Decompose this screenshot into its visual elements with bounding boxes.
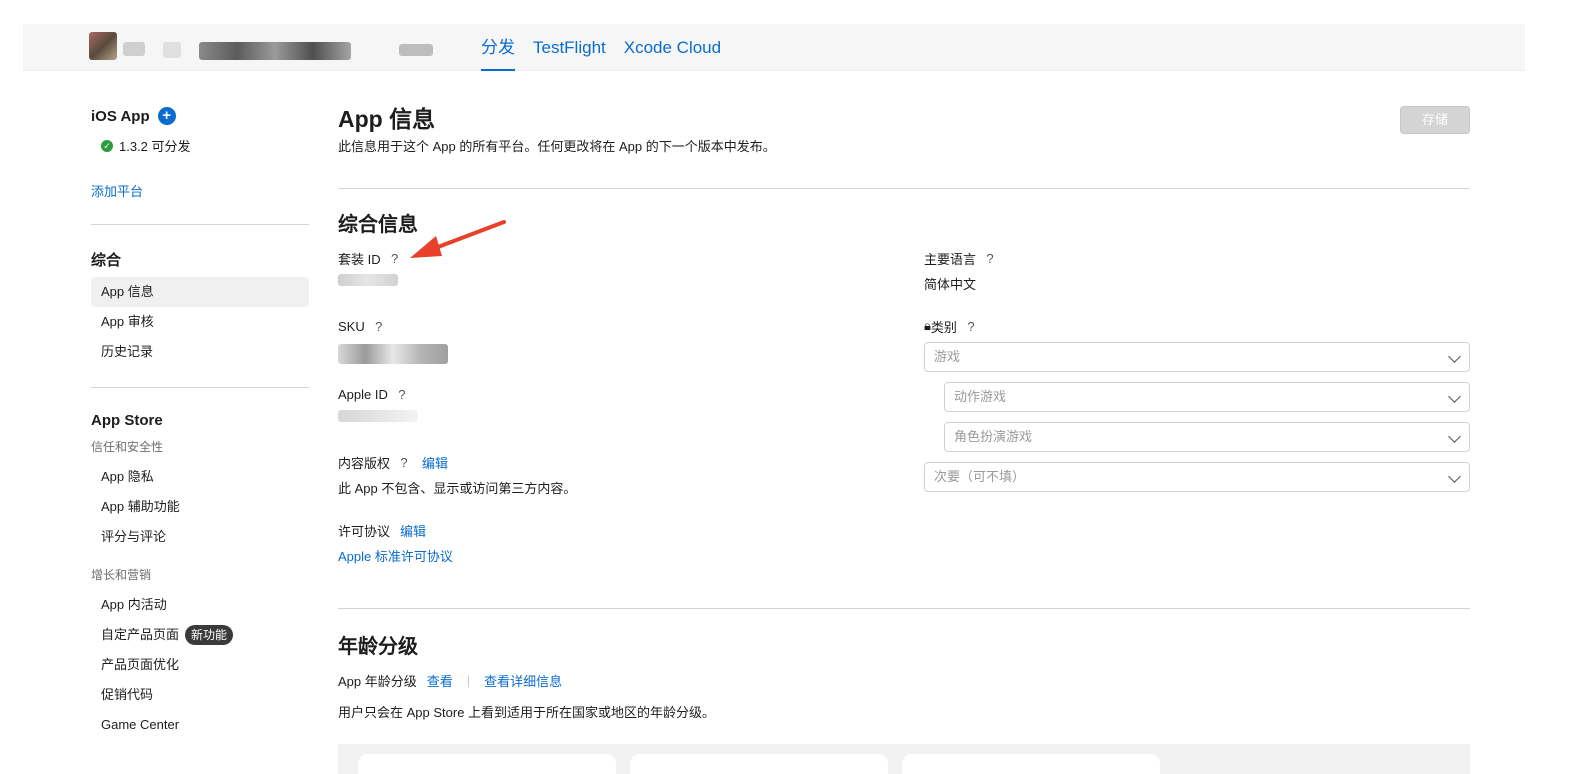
sku-label: SKU ?	[338, 316, 448, 336]
bundle-id-value	[338, 274, 403, 289]
category-label: 🔒︎ 类别 ?	[924, 316, 1470, 336]
annotation-arrow-icon	[410, 220, 506, 258]
field-label-text: App 年龄分级	[338, 673, 417, 689]
sidebar: iOS App + ✓ 1.3.2 可分发 添加平台 综合 App 信息 App…	[91, 104, 309, 740]
divider	[91, 387, 309, 388]
platform-header: iOS App +	[91, 104, 309, 128]
apple-id-label: Apple ID ?	[338, 384, 418, 404]
primary-category-select[interactable]: 游戏	[924, 342, 1470, 372]
sidebar-item-game-center[interactable]: Game Center	[91, 710, 309, 740]
edit-content-rights-link[interactable]: 编辑	[422, 453, 448, 472]
growth-subsection-title: 增长和营销	[91, 568, 152, 582]
app-store-section-title: App Store	[91, 412, 163, 429]
help-icon[interactable]: ?	[371, 319, 387, 334]
select-value: 动作游戏	[954, 389, 1007, 404]
age-rating-description: 用户只会在 App Store 上看到适用于所在国家或地区的年龄分级。	[338, 705, 716, 720]
view-age-rating-link[interactable]: 查看	[427, 671, 453, 690]
license-label: 许可协议 编辑	[338, 520, 453, 540]
field-label-text: SKU	[338, 318, 365, 334]
subcategory-one-select[interactable]: 动作游戏	[944, 382, 1470, 412]
trust-subsection-title: 信任和安全性	[91, 440, 164, 454]
apple-id-value	[338, 410, 418, 425]
select-value: 角色扮演游戏	[954, 429, 1033, 444]
app-name-redacted	[199, 42, 351, 60]
sidebar-item-label: 自定产品页面	[101, 627, 180, 642]
rating-card[interactable]	[358, 754, 616, 774]
rating-card[interactable]	[630, 754, 888, 774]
sidebar-item-app-info[interactable]: App 信息	[91, 277, 309, 307]
sidebar-item-custom-product-pages[interactable]: 自定产品页面 新功能	[91, 620, 309, 650]
tab-xcode-cloud[interactable]: Xcode Cloud	[624, 24, 721, 71]
help-icon[interactable]: ?	[396, 455, 412, 470]
top-tabs: 分发 TestFlight Xcode Cloud	[481, 24, 721, 71]
help-icon[interactable]: ?	[394, 387, 410, 402]
sku-value	[338, 344, 448, 367]
select-value: 游戏	[934, 349, 961, 364]
help-icon[interactable]: ?	[387, 251, 403, 266]
tab-testflight[interactable]: TestFlight	[533, 24, 606, 71]
field-label-text: 套装 ID	[338, 251, 381, 267]
chevron-down-icon	[1448, 350, 1461, 363]
select-value: 次要（可不填）	[934, 469, 1026, 484]
main-content: App 信息 此信息用于这个 App 的所有平台。任何更改将在 App 的下一个…	[338, 100, 1470, 750]
sidebar-item-app-review[interactable]: App 审核	[91, 307, 309, 337]
sidebar-item-in-app-events[interactable]: App 内活动	[91, 590, 309, 620]
app-icon[interactable]	[89, 32, 117, 60]
field-label-text: Apple ID	[338, 386, 388, 402]
age-rating-cards	[338, 744, 1470, 774]
sidebar-item-history[interactable]: 历史记录	[91, 337, 309, 367]
platform-title: iOS App	[91, 107, 150, 125]
divider	[338, 188, 1470, 189]
page-title: App 信息	[338, 106, 436, 132]
primary-language-value: 简体中文	[924, 277, 977, 292]
version-status[interactable]: ✓ 1.3.2 可分发	[91, 136, 309, 155]
chevron-down-icon	[1448, 470, 1461, 483]
sidebar-item-promo-codes[interactable]: 促销代码	[91, 680, 309, 710]
divider	[338, 608, 1470, 609]
sidebar-item-ratings-reviews[interactable]: 评分与评论	[91, 522, 309, 552]
save-button[interactable]: 存储	[1400, 106, 1470, 134]
app-name-redacted	[399, 44, 433, 56]
chevron-down-icon	[1448, 390, 1461, 403]
lock-icon: 🔒︎	[924, 318, 931, 333]
new-feature-badge: 新功能	[185, 625, 234, 645]
page-description: 此信息用于这个 App 的所有平台。任何更改将在 App 的下一个版本中发布。	[338, 139, 776, 154]
help-icon[interactable]: ?	[963, 319, 979, 334]
content-rights-value: 此 App 不包含、显示或访问第三方内容。	[338, 481, 577, 496]
standard-license-link[interactable]: Apple 标准许可协议	[338, 549, 453, 564]
chevron-down-icon	[1448, 430, 1461, 443]
field-label-text: 主要语言	[924, 251, 977, 267]
bundle-id-label: 套装 ID ?	[338, 248, 403, 268]
tab-distribution[interactable]: 分发	[481, 24, 515, 71]
primary-language-label: 主要语言 ?	[924, 248, 1470, 268]
age-rating-title: 年龄分级	[338, 636, 418, 658]
divider	[91, 224, 309, 225]
separator: |	[466, 672, 471, 688]
checkmark-icon: ✓	[101, 139, 113, 152]
general-section-title: 综合	[91, 252, 122, 269]
top-navigation-bar: 分发 TestFlight Xcode Cloud	[23, 24, 1525, 71]
sidebar-item-app-privacy[interactable]: App 隐私	[91, 462, 309, 492]
view-details-link[interactable]: 查看详细信息	[484, 671, 562, 690]
add-icon[interactable]: +	[157, 107, 176, 125]
field-label-text: 内容版权	[338, 455, 391, 471]
rating-card[interactable]	[902, 754, 1160, 774]
field-label-text: 类别	[930, 319, 957, 335]
add-platform-link[interactable]: 添加平台	[91, 181, 309, 200]
subcategory-two-select[interactable]: 角色扮演游戏	[944, 422, 1470, 452]
version-status-label: 1.3.2 可分发	[119, 139, 191, 154]
edit-license-link[interactable]: 编辑	[400, 521, 426, 540]
content-rights-label: 内容版权 ? 编辑	[338, 452, 576, 472]
secondary-category-select[interactable]: 次要（可不填）	[924, 462, 1470, 492]
app-name-redacted	[123, 42, 145, 56]
age-rating-label-row: App 年龄分级 查看 | 查看详细信息	[338, 670, 562, 690]
field-label-text: 许可协议	[338, 523, 391, 539]
sidebar-item-accessibility[interactable]: App 辅助功能	[91, 492, 309, 522]
app-name-redacted	[163, 42, 181, 58]
general-info-title: 综合信息	[338, 214, 418, 236]
sidebar-item-product-page-optimization[interactable]: 产品页面优化	[91, 650, 309, 680]
help-icon[interactable]: ?	[982, 251, 998, 266]
